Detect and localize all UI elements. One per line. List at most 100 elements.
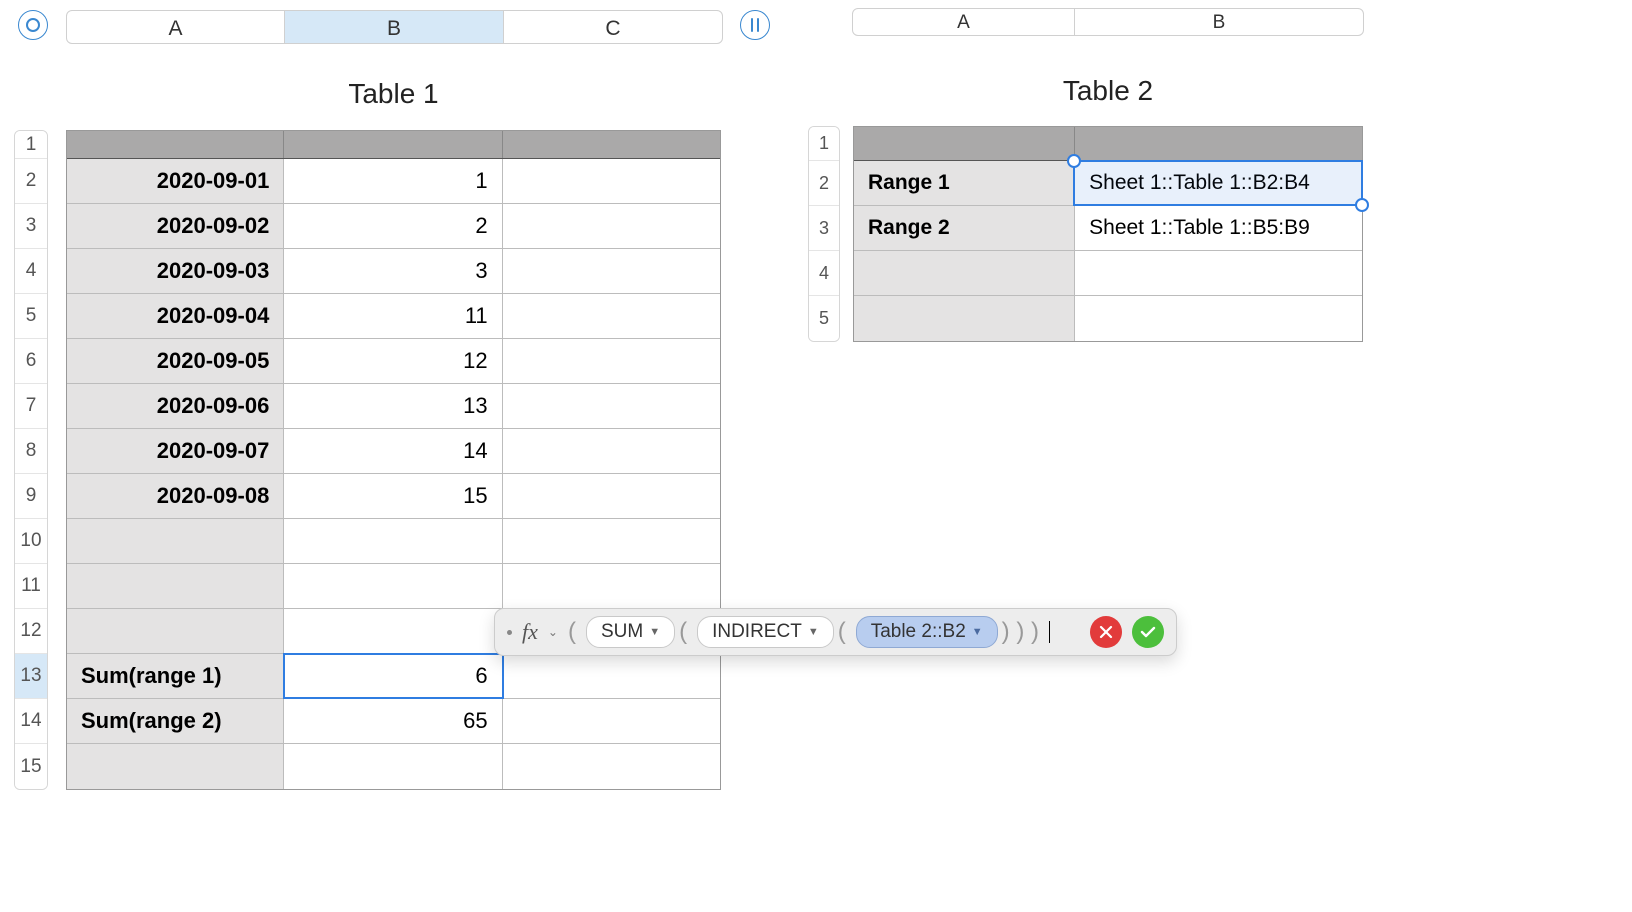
cell-b[interactable]: 6 xyxy=(284,654,502,698)
cell-c[interactable] xyxy=(503,249,720,293)
formula-token-indirect[interactable]: INDIRECT ▼ xyxy=(697,616,834,648)
cell-a[interactable]: Range 1 xyxy=(854,161,1075,205)
table-row[interactable]: 2020-09-0815 xyxy=(67,474,720,519)
cell-b[interactable]: 1 xyxy=(284,159,502,203)
row-header-4[interactable]: 4 xyxy=(15,249,47,294)
cell-a[interactable] xyxy=(67,744,284,789)
row-header-8[interactable]: 8 xyxy=(15,429,47,474)
table-handle-resize[interactable] xyxy=(740,10,770,40)
row-header-15[interactable]: 15 xyxy=(15,744,47,789)
cell-a[interactable] xyxy=(67,609,284,653)
formula-token-sum[interactable]: SUM ▼ xyxy=(586,616,675,648)
column-header-c[interactable]: C xyxy=(504,11,722,43)
table-row[interactable]: Sum(range 1)6 xyxy=(67,654,720,699)
row-header-2[interactable]: 2 xyxy=(15,159,47,204)
row-header-9[interactable]: 9 xyxy=(15,474,47,519)
cell-c[interactable] xyxy=(503,474,720,518)
cell-a[interactable]: 2020-09-08 xyxy=(67,474,284,518)
column-header-a[interactable]: A xyxy=(67,11,285,43)
fx-label[interactable]: fx xyxy=(522,619,538,645)
row-header-12[interactable]: 12 xyxy=(15,609,47,654)
formula-bar[interactable]: fx ⌄ ( SUM ▼ ( INDIRECT ▼ ( Table 2::B2 … xyxy=(494,608,1177,656)
cell-b[interactable]: Sheet 1::Table 1::B5:B9 xyxy=(1075,206,1362,250)
row-header-1[interactable]: 1 xyxy=(809,127,839,161)
cell-c[interactable] xyxy=(503,429,720,473)
cell-b[interactable]: 3 xyxy=(284,249,502,293)
table-row[interactable]: 2020-09-0512 xyxy=(67,339,720,384)
cell-a[interactable] xyxy=(67,564,284,608)
cell-a[interactable]: 2020-09-05 xyxy=(67,339,284,383)
table-row[interactable] xyxy=(854,251,1362,296)
table-row[interactable]: 2020-09-033 xyxy=(67,249,720,294)
table-row[interactable] xyxy=(67,519,720,564)
cell-c[interactable] xyxy=(503,654,720,698)
row-header-5[interactable]: 5 xyxy=(15,294,47,339)
table-row[interactable]: Range 1Sheet 1::Table 1::B2:B4 xyxy=(854,161,1362,206)
cell-a[interactable]: 2020-09-04 xyxy=(67,294,284,338)
table-row[interactable]: 2020-09-022 xyxy=(67,204,720,249)
cell-a[interactable] xyxy=(854,296,1075,341)
cell-c[interactable] xyxy=(503,204,720,248)
table1-grid[interactable]: 2020-09-0112020-09-0222020-09-0332020-09… xyxy=(66,130,721,790)
cell-a[interactable]: 2020-09-01 xyxy=(67,159,284,203)
table-row[interactable] xyxy=(67,744,720,789)
row-header-11[interactable]: 11 xyxy=(15,564,47,609)
column-header-a[interactable]: A xyxy=(853,9,1075,35)
table-row[interactable]: 2020-09-0411 xyxy=(67,294,720,339)
row-header-3[interactable]: 3 xyxy=(15,204,47,249)
column-header-b[interactable]: B xyxy=(285,11,504,43)
cell-a[interactable]: Sum(range 2) xyxy=(67,699,284,743)
cell-c[interactable] xyxy=(503,519,720,563)
row-header-14[interactable]: 14 xyxy=(15,699,47,744)
table-row[interactable] xyxy=(854,296,1362,341)
cell-c[interactable] xyxy=(503,339,720,383)
cell-b[interactable]: Sheet 1::Table 1::B2:B4 xyxy=(1075,161,1362,205)
cancel-button[interactable] xyxy=(1090,616,1122,648)
cell-a[interactable]: Sum(range 1) xyxy=(67,654,284,698)
formula-reference-pill[interactable]: Table 2::B2 ▼ xyxy=(856,616,998,648)
row-header-1[interactable]: 1 xyxy=(15,131,47,159)
cell-a[interactable] xyxy=(67,519,284,563)
cell-c[interactable] xyxy=(503,699,720,743)
cell-b[interactable] xyxy=(284,609,502,653)
cell-c[interactable] xyxy=(503,564,720,608)
table2-grid[interactable]: Range 1Sheet 1::Table 1::B2:B4Range 2She… xyxy=(853,126,1363,342)
confirm-button[interactable] xyxy=(1132,616,1164,648)
table-row[interactable]: Range 2Sheet 1::Table 1::B5:B9 xyxy=(854,206,1362,251)
cell-b[interactable]: 2 xyxy=(284,204,502,248)
chevron-down-icon[interactable]: ⌄ xyxy=(548,625,558,639)
cell-a[interactable]: 2020-09-02 xyxy=(67,204,284,248)
cell-c[interactable] xyxy=(503,744,720,789)
cell-b[interactable]: 65 xyxy=(284,699,502,743)
table1-handle-circle[interactable] xyxy=(18,10,48,40)
cell-b[interactable] xyxy=(284,744,502,789)
cell-a[interactable]: 2020-09-03 xyxy=(67,249,284,293)
row-header-2[interactable]: 2 xyxy=(809,161,839,206)
cell-b[interactable] xyxy=(1075,251,1362,295)
row-header-10[interactable]: 10 xyxy=(15,519,47,564)
cell-a[interactable]: 2020-09-06 xyxy=(67,384,284,428)
cell-c[interactable] xyxy=(503,294,720,338)
row-header-3[interactable]: 3 xyxy=(809,206,839,251)
row-header-4[interactable]: 4 xyxy=(809,251,839,296)
table-row[interactable] xyxy=(67,564,720,609)
cell-b[interactable] xyxy=(1075,296,1362,341)
row-header-5[interactable]: 5 xyxy=(809,296,839,341)
row-header-13[interactable]: 13 xyxy=(15,654,47,699)
table-row[interactable]: 2020-09-011 xyxy=(67,159,720,204)
cell-a[interactable] xyxy=(854,251,1075,295)
cell-b[interactable] xyxy=(284,519,502,563)
cell-b[interactable]: 11 xyxy=(284,294,502,338)
cell-b[interactable]: 13 xyxy=(284,384,502,428)
cell-b[interactable] xyxy=(284,564,502,608)
table-row[interactable]: 2020-09-0714 xyxy=(67,429,720,474)
cell-a[interactable]: 2020-09-07 xyxy=(67,429,284,473)
row-header-6[interactable]: 6 xyxy=(15,339,47,384)
cell-b[interactable]: 12 xyxy=(284,339,502,383)
cell-b[interactable]: 14 xyxy=(284,429,502,473)
table-row[interactable]: Sum(range 2)65 xyxy=(67,699,720,744)
table-row[interactable]: 2020-09-0613 xyxy=(67,384,720,429)
row-header-7[interactable]: 7 xyxy=(15,384,47,429)
cell-b[interactable]: 15 xyxy=(284,474,502,518)
cell-c[interactable] xyxy=(503,384,720,428)
